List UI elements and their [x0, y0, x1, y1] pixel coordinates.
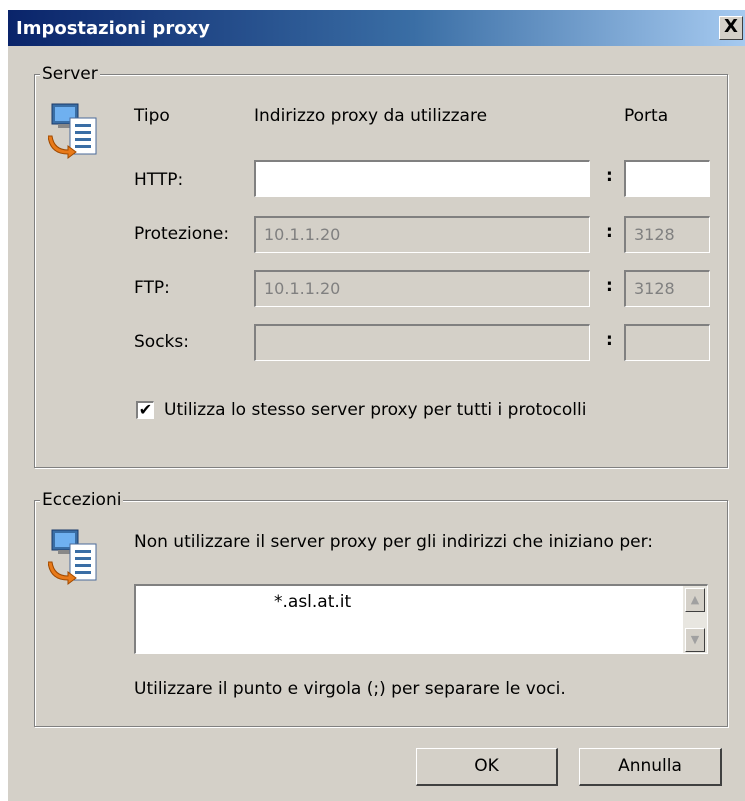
network-settings-icon [48, 103, 97, 159]
port-column-header: Porta [624, 106, 669, 126]
server-group-label: Server [40, 64, 100, 84]
secure-label: Protezione: [134, 224, 230, 244]
proxy-settings-dialog: Impostazioni proxy X Server Tipo Indiriz… [8, 10, 745, 801]
ok-button[interactable]: OK [416, 748, 558, 786]
ftp-port-input[interactable]: 3128 [624, 270, 710, 307]
socks-address-input[interactable] [254, 324, 590, 361]
title-bar[interactable]: Impostazioni proxy X [8, 10, 745, 46]
socks-port-input[interactable] [624, 324, 710, 361]
scroll-down-icon[interactable]: ▼ [685, 628, 705, 652]
type-column-header: Tipo [134, 106, 170, 126]
ftp-label: FTP: [134, 278, 170, 298]
exceptions-hint: Utilizzare il punto e virgola (;) per se… [134, 679, 566, 699]
socks-label: Socks: [134, 332, 189, 352]
address-column-header: Indirizzo proxy da utilizzare [254, 106, 488, 126]
close-button[interactable]: X [719, 16, 743, 40]
exceptions-textarea[interactable]: *.asl.at.it ▲ ▼ [134, 584, 708, 654]
dialog-title: Impostazioni proxy [16, 18, 210, 39]
exceptions-group-label: Eccezioni [40, 490, 124, 510]
exceptions-value: *.asl.at.it [274, 592, 352, 612]
secure-port-input[interactable]: 3128 [624, 216, 710, 253]
same-proxy-label[interactable]: Utilizza lo stesso server proxy per tutt… [164, 400, 586, 420]
same-proxy-checkbox[interactable]: ✔ [136, 401, 154, 419]
cancel-button[interactable]: Annulla [579, 748, 722, 786]
http-address-input[interactable] [254, 160, 590, 197]
secure-address-input[interactable]: 10.1.1.20 [254, 216, 590, 253]
http-label: HTTP: [134, 170, 184, 190]
exceptions-description: Non utilizzare il server proxy per gli i… [134, 532, 654, 552]
secure-colon: : [606, 222, 613, 242]
scroll-up-icon[interactable]: ▲ [685, 588, 705, 612]
http-colon: : [606, 166, 613, 186]
ftp-address-input[interactable]: 10.1.1.20 [254, 270, 590, 307]
exceptions-scrollbar[interactable]: ▲ ▼ [683, 586, 707, 653]
socks-colon: : [606, 330, 613, 350]
ftp-colon: : [606, 276, 613, 296]
exceptions-icon [48, 529, 97, 585]
http-port-input[interactable] [624, 160, 710, 197]
